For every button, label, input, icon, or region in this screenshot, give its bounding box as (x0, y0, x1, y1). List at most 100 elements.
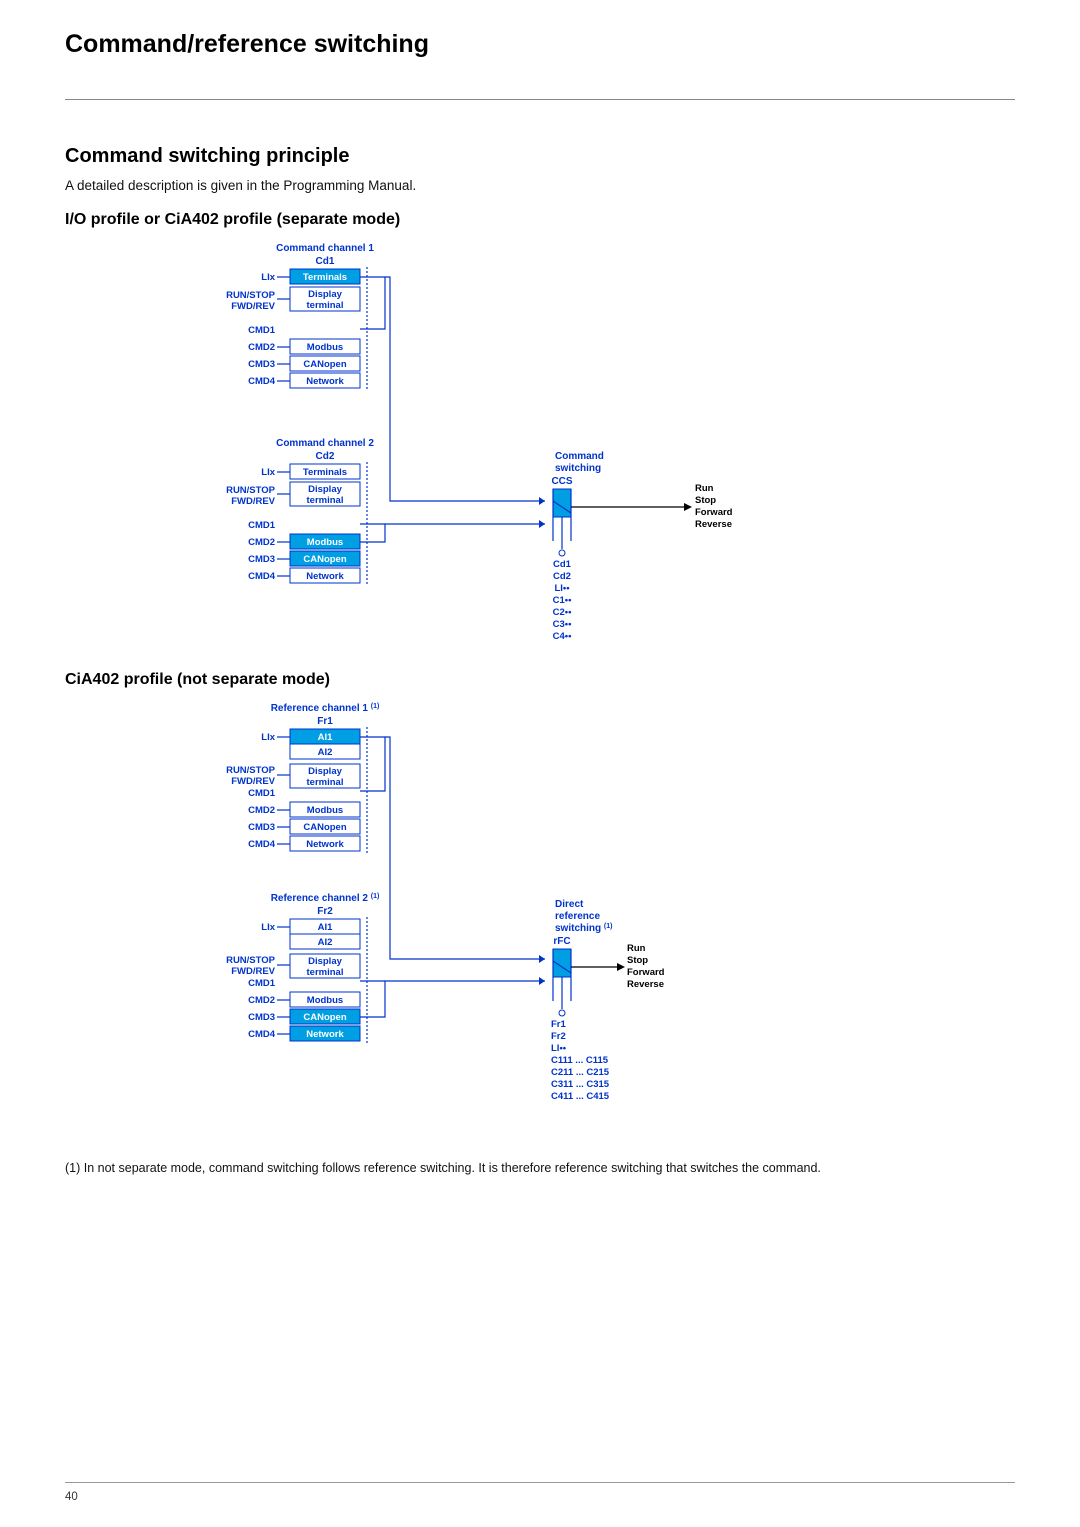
svg-text:RUN/STOP: RUN/STOP (226, 955, 276, 966)
svg-text:AI2: AI2 (318, 937, 333, 948)
svg-text:switching: switching (555, 463, 601, 474)
svg-text:Forward: Forward (695, 507, 733, 518)
svg-text:CMD2: CMD2 (248, 342, 275, 353)
svg-text:CCS: CCS (551, 476, 572, 487)
svg-text:Display: Display (308, 766, 343, 777)
svg-text:LI••: LI•• (554, 583, 570, 594)
svg-text:CMD2: CMD2 (248, 537, 275, 548)
svg-text:CMD4: CMD4 (248, 1029, 276, 1040)
svg-text:Network: Network (306, 571, 344, 582)
svg-text:CMD4: CMD4 (248, 376, 276, 387)
svg-text:C111 ... C115: C111 ... C115 (551, 1055, 609, 1066)
svg-text:AI1: AI1 (318, 732, 334, 743)
svg-text:terminal: terminal (307, 777, 344, 788)
svg-text:Command channel 2: Command channel 2 (276, 438, 374, 449)
svg-text:Network: Network (306, 1029, 344, 1040)
svg-text:Reverse: Reverse (627, 979, 664, 990)
svg-text:reference: reference (555, 911, 600, 922)
svg-text:LIx: LIx (261, 732, 275, 743)
svg-text:CMD1: CMD1 (248, 325, 276, 336)
svg-text:Network: Network (306, 376, 344, 387)
svg-text:CMD3: CMD3 (248, 1012, 275, 1023)
svg-text:C2••: C2•• (553, 607, 572, 618)
svg-text:CMD1: CMD1 (248, 788, 276, 799)
svg-text:CMD4: CMD4 (248, 839, 276, 850)
diagram-command-switching: Command channel 1 Cd1 LIx RUN/STOP FWD/R… (65, 241, 1015, 641)
svg-text:CANopen: CANopen (303, 554, 346, 565)
svg-text:AI2: AI2 (318, 747, 333, 758)
page-number: 40 (65, 1491, 78, 1503)
subheading-io-profile: I/O profile or CiA402 profile (separate … (65, 211, 1015, 229)
page-title: Command/reference switching (65, 30, 1015, 100)
svg-text:Forward: Forward (627, 967, 665, 978)
svg-text:terminal: terminal (307, 495, 344, 506)
svg-text:CANopen: CANopen (303, 1012, 346, 1023)
svg-text:LIx: LIx (261, 922, 275, 933)
svg-text:Display: Display (308, 289, 343, 300)
svg-text:CANopen: CANopen (303, 359, 346, 370)
svg-text:Modbus: Modbus (307, 995, 343, 1006)
svg-text:Terminals: Terminals (303, 467, 347, 478)
svg-text:Stop: Stop (695, 495, 716, 506)
svg-text:Reverse: Reverse (695, 519, 732, 530)
svg-text:CANopen: CANopen (303, 822, 346, 833)
svg-text:Modbus: Modbus (307, 537, 343, 548)
svg-text:CMD2: CMD2 (248, 995, 275, 1006)
svg-text:LIx: LIx (261, 272, 275, 283)
svg-text:Reference channel 2 (1): Reference channel 2 (1) (271, 893, 380, 904)
svg-text:Direct: Direct (555, 899, 584, 910)
svg-text:CMD3: CMD3 (248, 359, 275, 370)
svg-text:Stop: Stop (627, 955, 648, 966)
svg-text:Cd1: Cd1 (553, 559, 572, 570)
svg-text:AI1: AI1 (318, 922, 334, 933)
svg-text:Command channel 1: Command channel 1 (276, 243, 374, 254)
svg-text:Fr2: Fr2 (317, 906, 333, 917)
svg-text:Terminals: Terminals (303, 272, 347, 283)
svg-text:FWD/REV: FWD/REV (231, 496, 275, 507)
svg-text:Reference channel 1 (1): Reference channel 1 (1) (271, 703, 380, 714)
svg-text:LI••: LI•• (551, 1043, 567, 1054)
svg-text:rFC: rFC (553, 936, 570, 947)
svg-text:CMD3: CMD3 (248, 822, 275, 833)
svg-text:Modbus: Modbus (307, 342, 343, 353)
svg-text:FWD/REV: FWD/REV (231, 966, 275, 977)
svg-text:CMD4: CMD4 (248, 571, 276, 582)
svg-text:C4••: C4•• (553, 631, 572, 641)
svg-text:Display: Display (308, 484, 343, 495)
svg-text:Cd2: Cd2 (553, 571, 571, 582)
svg-text:RUN/STOP: RUN/STOP (226, 485, 276, 496)
svg-text:FWD/REV: FWD/REV (231, 776, 275, 787)
svg-text:RUN/STOP: RUN/STOP (226, 290, 276, 301)
svg-text:Cd1: Cd1 (316, 256, 335, 267)
svg-text:C3••: C3•• (553, 619, 572, 630)
svg-text:C1••: C1•• (553, 595, 572, 606)
section-body: A detailed description is given in the P… (65, 178, 1015, 193)
svg-text:Run: Run (627, 943, 646, 954)
svg-text:Command: Command (555, 451, 604, 462)
svg-text:CMD1: CMD1 (248, 978, 276, 989)
diagram-reference-switching: Reference channel 1 (1) Fr1 LIx RUN/STOP… (65, 701, 1015, 1131)
svg-text:switching (1): switching (1) (555, 923, 612, 934)
svg-text:Display: Display (308, 956, 343, 967)
svg-text:Run: Run (695, 483, 714, 494)
svg-text:Network: Network (306, 839, 344, 850)
svg-text:Fr2: Fr2 (551, 1031, 566, 1042)
svg-text:RUN/STOP: RUN/STOP (226, 765, 276, 776)
subheading-cia402-not-separate: CiA402 profile (not separate mode) (65, 671, 1015, 689)
svg-text:terminal: terminal (307, 300, 344, 311)
svg-text:CMD2: CMD2 (248, 805, 275, 816)
svg-text:terminal: terminal (307, 967, 344, 978)
svg-text:CMD3: CMD3 (248, 554, 275, 565)
svg-text:Cd2: Cd2 (316, 451, 335, 462)
svg-text:C311 ... C315: C311 ... C315 (551, 1079, 610, 1090)
svg-text:C411 ... C415: C411 ... C415 (551, 1091, 610, 1102)
svg-text:FWD/REV: FWD/REV (231, 301, 275, 312)
svg-text:Fr1: Fr1 (551, 1019, 567, 1030)
svg-text:Modbus: Modbus (307, 805, 343, 816)
svg-text:Fr1: Fr1 (317, 716, 333, 727)
svg-text:CMD1: CMD1 (248, 520, 276, 531)
footnote: (1) In not separate mode, command switch… (65, 1161, 1015, 1175)
svg-text:LIx: LIx (261, 467, 275, 478)
section-heading: Command switching principle (65, 145, 1015, 168)
page-footer: 40 (65, 1482, 1015, 1503)
